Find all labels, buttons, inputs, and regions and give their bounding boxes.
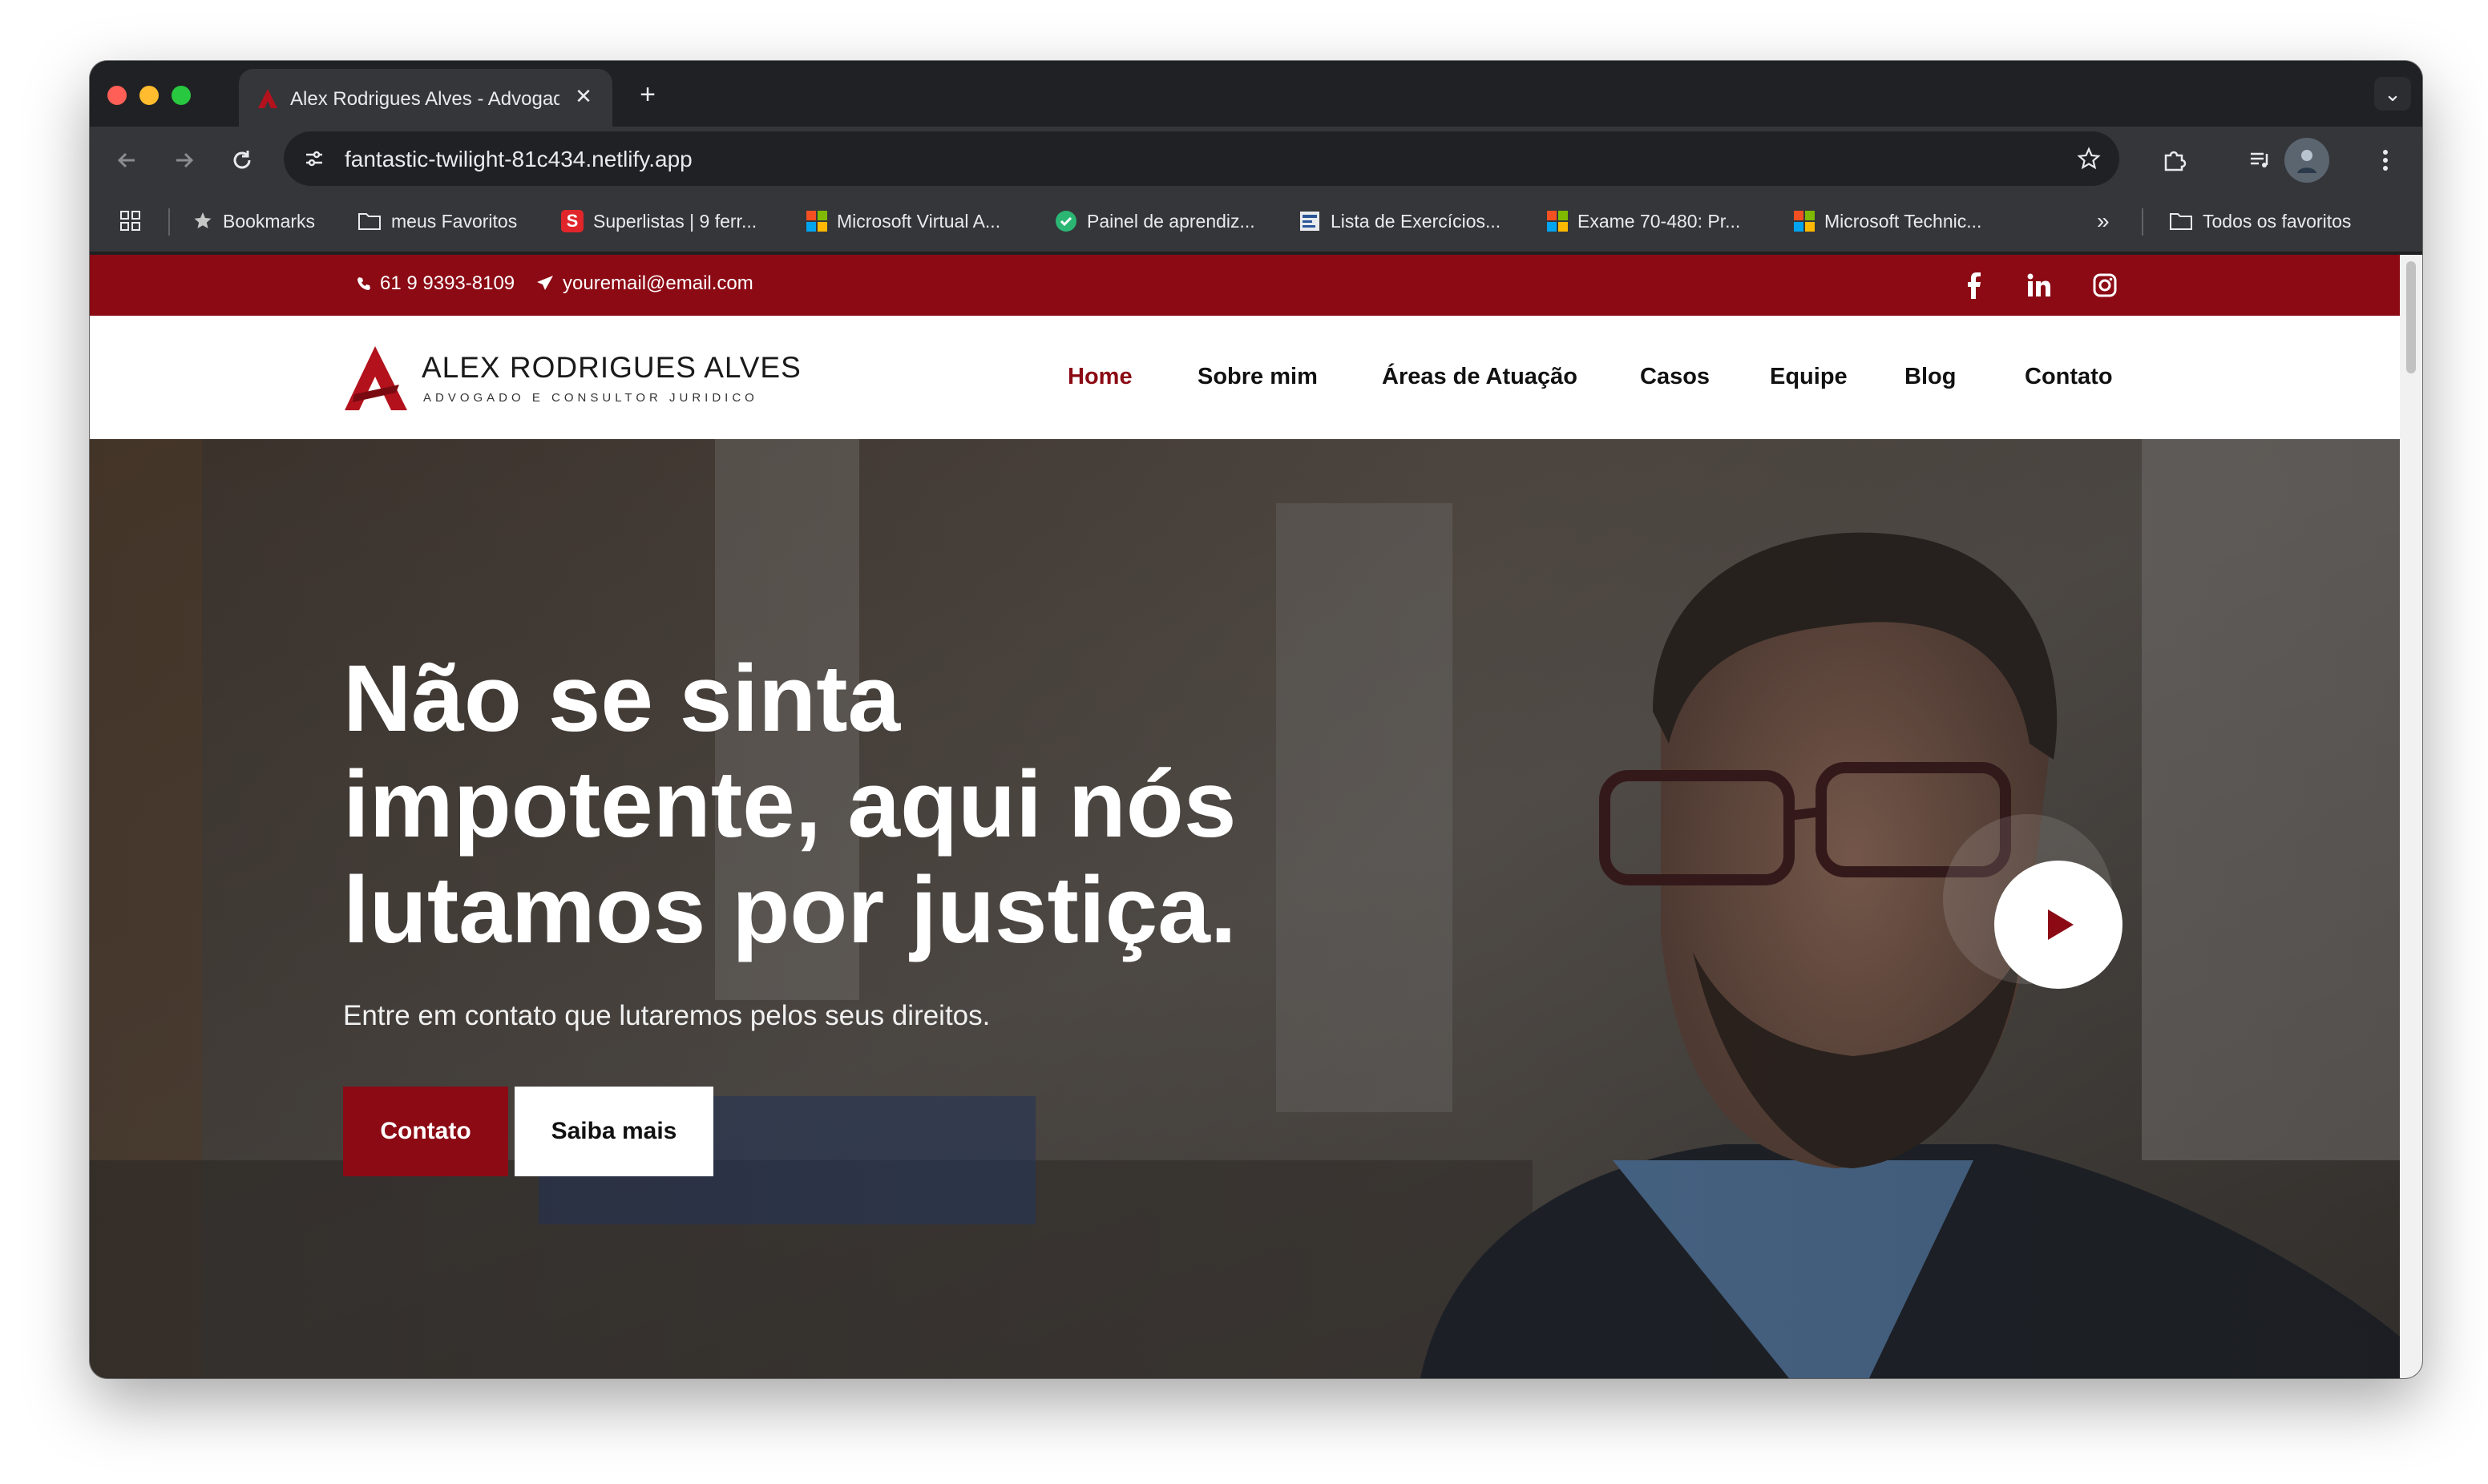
bookmark-folder[interactable]: meus Favoritos	[357, 207, 517, 236]
bookmark-label: Microsoft Technic...	[1824, 210, 1982, 232]
nav-blog[interactable]: Blog	[1904, 364, 1956, 390]
saiba-mais-button[interactable]: Saiba mais	[515, 1087, 713, 1176]
bookmark-label: meus Favoritos	[391, 210, 518, 232]
instagram-icon[interactable]	[2089, 269, 2121, 301]
email-address: youremail@email.com	[563, 272, 753, 294]
site-header: ALEX RODRIGUES ALVES ADVOGADO E CONSULTO…	[90, 316, 2400, 439]
new-tab-button[interactable]: +	[632, 79, 664, 111]
bookmark-label: Superlistas | 9 ferr...	[593, 210, 757, 232]
nav-equipe[interactable]: Equipe	[1770, 364, 1848, 390]
media-queue-icon[interactable]	[2243, 143, 2278, 178]
bookmarks-bar: Bookmarks meus Favoritos S Superlistas |…	[90, 191, 2422, 253]
nav-casos[interactable]: Casos	[1640, 364, 1710, 390]
microsoft-icon	[1794, 211, 1815, 232]
close-window-button[interactable]	[107, 86, 127, 105]
bookmark-label: Bookmarks	[223, 210, 316, 232]
microsoft-icon	[806, 211, 827, 232]
bookmark-item[interactable]: Exame 70-480: Pr...	[1547, 207, 1740, 236]
puzzle-icon[interactable]	[2156, 143, 2191, 178]
microsoft-icon	[1547, 211, 1568, 232]
tab-search-chevron-icon[interactable]: ⌄	[2374, 77, 2411, 111]
facebook-icon[interactable]	[1957, 269, 1989, 301]
folder-icon	[358, 213, 381, 230]
phone-contact[interactable]: 61 9 9393-8109	[356, 272, 515, 295]
bookmark-label: Painel de aprendiz...	[1087, 210, 1255, 232]
site-favicon-icon	[258, 89, 277, 108]
linkedin-icon[interactable]	[2023, 269, 2055, 301]
bookmark-item[interactable]: Painel de aprendiz...	[1055, 207, 1255, 236]
all-bookmarks-folder[interactable]: Todos os favoritos	[2169, 207, 2351, 236]
zoom-window-button[interactable]	[172, 86, 191, 105]
bookmark-item[interactable]: Bookmarks	[192, 207, 315, 236]
paper-plane-icon	[537, 276, 553, 290]
hero-section: Não se sinta impotente, aqui nós lutamos…	[90, 439, 2400, 1378]
url-text: fantastic-twilight-81c434.netlify.app	[345, 147, 693, 171]
bookmark-label: Microsoft Virtual A...	[837, 210, 1001, 232]
page-scrollbar[interactable]	[2400, 255, 2422, 1378]
play-icon	[2048, 909, 2074, 940]
folder-icon	[2170, 213, 2192, 230]
nav-sobre-mim[interactable]: Sobre mim	[1198, 364, 1318, 390]
contact-topbar: 61 9 9393-8109 youremail@email.com	[90, 255, 2400, 316]
web-page: 61 9 9393-8109 youremail@email.com ALEX …	[90, 255, 2400, 1378]
play-video-button[interactable]	[1994, 861, 2122, 989]
logo-name: ALEX RODRIGUES ALVES	[422, 351, 802, 384]
bookmark-item[interactable]: S Superlistas | 9 ferr...	[561, 207, 757, 236]
doc-icon	[1300, 212, 1319, 231]
superlistas-icon: S	[561, 210, 584, 232]
nav-areas-de-atuacao[interactable]: Áreas de Atuação	[1382, 364, 1577, 390]
kebab-menu-icon[interactable]	[2368, 143, 2403, 178]
bookmark-item[interactable]: Microsoft Virtual A...	[806, 207, 1000, 236]
site-logo[interactable]: ALEX RODRIGUES ALVES ADVOGADO E CONSULTO…	[343, 345, 801, 412]
nav-contato[interactable]: Contato	[2025, 364, 2113, 390]
hero-subtitle: Entre em contato que lutaremos pelos seu…	[343, 1000, 991, 1031]
profile-avatar[interactable]	[2284, 138, 2329, 183]
star-icon[interactable]	[2073, 143, 2105, 175]
apps-grid-icon[interactable]	[119, 207, 143, 236]
browser-tab[interactable]: Alex Rodrigues Alves - Advogado ✕	[239, 69, 612, 127]
address-bar[interactable]: fantastic-twilight-81c434.netlify.app	[284, 131, 2119, 186]
bookmark-label: Lista de Exercícios...	[1331, 210, 1501, 232]
close-tab-icon[interactable]: ✕	[571, 83, 596, 109]
more-bookmarks-chevron-icon[interactable]: »	[2097, 207, 2110, 236]
bookmarks-divider	[2142, 208, 2143, 236]
hero-title-line: lutamos por justiça.	[343, 857, 1237, 963]
bookmark-item[interactable]: Lista de Exercícios...	[1299, 207, 1500, 236]
scrollbar-thumb[interactable]	[2406, 261, 2416, 373]
bookmark-item[interactable]: Microsoft Technic...	[1794, 207, 1981, 236]
back-arrow-icon[interactable]	[109, 143, 144, 178]
nav-home[interactable]: Home	[1068, 364, 1133, 390]
all-bookmarks-label: Todos os favoritos	[2203, 210, 2352, 232]
tab-strip: Alex Rodrigues Alves - Advogado ✕ + ⌄	[90, 61, 2422, 127]
bookmarks-divider	[168, 208, 170, 236]
tune-icon[interactable]	[298, 143, 330, 175]
forward-arrow-icon[interactable]	[167, 143, 202, 178]
email-contact[interactable]: youremail@email.com	[535, 272, 753, 295]
logo-subtitle: ADVOGADO E CONSULTOR JURIDICO	[423, 391, 758, 405]
shield-check-icon	[1056, 211, 1076, 232]
tab-title: Alex Rodrigues Alves - Advogado	[290, 88, 559, 110]
bookmark-label: Exame 70-480: Pr...	[1577, 210, 1741, 232]
minimize-window-button[interactable]	[139, 86, 159, 105]
browser-window: Alex Rodrigues Alves - Advogado ✕ + ⌄ fa…	[90, 61, 2422, 1378]
phone-number: 61 9 9393-8109	[380, 272, 515, 294]
star-icon	[194, 212, 212, 228]
logo-a-mark-icon	[345, 346, 407, 410]
contato-button[interactable]: Contato	[343, 1087, 508, 1176]
hero-title-line: Não se sinta	[343, 646, 901, 752]
reload-icon[interactable]	[224, 143, 260, 178]
phone-icon	[357, 277, 370, 290]
hero-title: Não se sinta impotente, aqui nós lutamos…	[343, 646, 1305, 963]
hero-title-line: impotente, aqui nós	[343, 752, 1237, 857]
